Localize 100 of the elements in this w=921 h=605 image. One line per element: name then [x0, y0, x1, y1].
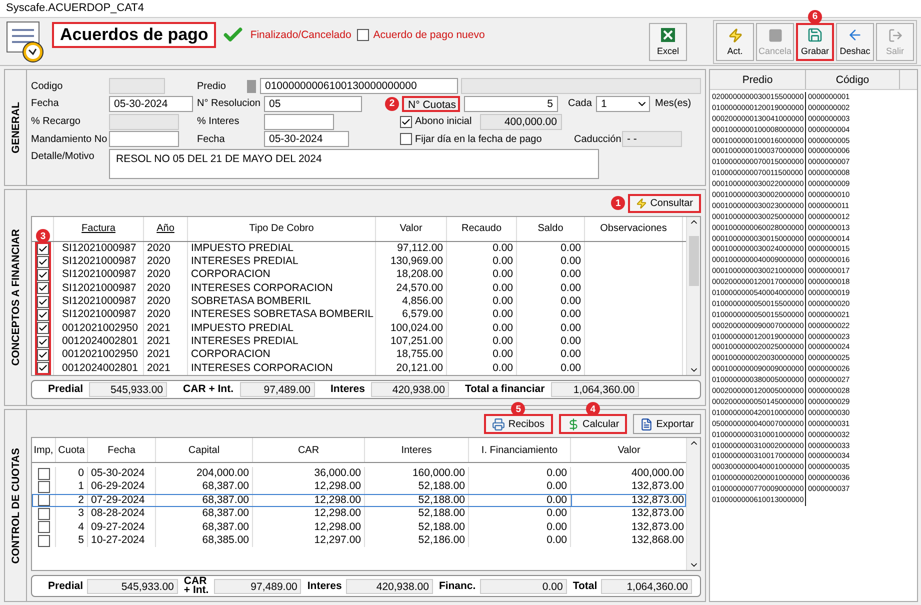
toolbar-button[interactable]: Act.: [716, 22, 754, 60]
table-row[interactable]: 2 07-29-2024 68,387.00 12,298.00 52,188.00 0.00 132,873.00: [32, 494, 686, 508]
column-header[interactable]: I. Financiamiento: [469, 438, 571, 462]
column-header[interactable]: Interes: [365, 438, 469, 462]
column-header[interactable]: Recaudo: [447, 217, 517, 241]
table-cell: 0.00: [447, 322, 517, 336]
table-cell: 4,856.00: [376, 295, 447, 308]
checkbox-label: Acuerdo de pago nuevo: [373, 28, 485, 40]
step-badge: 3: [36, 229, 50, 243]
table-cell: 0.00: [447, 242, 517, 256]
column-header[interactable]: Año: [144, 217, 188, 241]
column-header[interactable]: Tipo De Cobro: [188, 217, 376, 241]
action-button[interactable]: Calcular: [558, 414, 628, 434]
field-label: % Recargo: [31, 116, 82, 128]
toolbar-button[interactable]: Deshac: [836, 22, 874, 60]
total-label: Interes: [330, 385, 365, 394]
table-cell: SI12021000987: [54, 242, 144, 256]
column-header[interactable]: Saldo: [517, 217, 585, 241]
table-cell: 0.00: [469, 507, 571, 521]
table-cell: 6,579.00: [376, 308, 447, 322]
input-field[interactable]: 5: [464, 96, 558, 112]
table-cell: 06-29-2024: [88, 480, 156, 494]
column-header[interactable]: Factura: [54, 217, 144, 241]
toolbar-button[interactable]: Grabar: [796, 22, 834, 60]
column-header[interactable]: Imp,: [32, 438, 56, 462]
table-cell: 0.00: [469, 467, 571, 480]
column-header[interactable]: Fecha: [88, 438, 156, 462]
total-label: Financ.: [438, 582, 476, 591]
table-cell: 68,387.00: [156, 480, 253, 494]
total-value: 97,489.00: [240, 382, 314, 397]
action-button[interactable]: Recibos: [484, 414, 553, 434]
field-label: % Interes: [197, 116, 240, 128]
table-cell: 0: [56, 467, 88, 480]
total-label: CAR + Int.: [184, 577, 210, 596]
section-label: CONCEPTOS A FINANCIAR: [10, 229, 22, 366]
table-cell: 204,000.00: [156, 467, 253, 480]
column-header[interactable]: Observaciones: [585, 217, 683, 241]
input-field[interactable]: 05-30-2024: [109, 96, 193, 112]
input-field[interactable]: 01000000006100130000000000: [260, 78, 458, 94]
table-cell: 5: [56, 534, 88, 548]
column-header[interactable]: Valor: [376, 217, 447, 241]
table-cell: 0.00: [517, 255, 585, 268]
table-cell: 0.00: [517, 295, 585, 308]
column-header[interactable]: Cuota: [56, 438, 88, 462]
table-cell: 3: [56, 507, 88, 521]
table-cell: 09-27-2024: [88, 520, 156, 534]
column-header[interactable]: Predio: [710, 70, 806, 89]
table-cell: 68,387.00: [156, 520, 253, 534]
input-field[interactable]: 05: [264, 96, 362, 112]
table-cell: 52,188.00: [365, 480, 469, 494]
total-value: 0.00: [480, 578, 567, 594]
input-field: 400,000.00: [480, 114, 562, 130]
dropdown[interactable]: 1: [596, 96, 650, 112]
field-label: Mandamiento No: [31, 134, 108, 145]
column-header[interactable]: CAR: [253, 438, 365, 462]
action-button[interactable]: Exportar: [633, 414, 701, 434]
total-label: Predial: [48, 582, 84, 591]
table-cell: 24,570.00: [376, 282, 447, 296]
table-cell: INTERESES PREDIAL: [188, 335, 376, 348]
table-cell: 130,969.00: [376, 255, 447, 268]
field-label: Codigo: [31, 80, 64, 92]
table-cell: 100,024.00: [376, 322, 447, 336]
table-cell: 0.00: [447, 362, 517, 375]
table-cell: 52,188.00: [365, 520, 469, 534]
table-cell: 36,000.00: [253, 467, 365, 480]
field-label: Predio: [197, 80, 227, 92]
table-cell: 68,387.00: [156, 507, 253, 521]
table-cell: 2021: [144, 348, 188, 362]
table-cell: 0.00: [517, 335, 585, 348]
consultar-button[interactable]: Consultar: [628, 194, 701, 213]
table-cell: 0.00: [517, 348, 585, 362]
text-area[interactable]: RESOL NO 05 DEL 21 DE MAYO DEL 2024: [109, 148, 599, 179]
total-value: 545,933.00: [87, 578, 178, 594]
section-label: GENERAL: [10, 102, 22, 154]
total-value: 97,489.00: [214, 578, 302, 594]
table-cell: 0.00: [469, 520, 571, 534]
table-cell: 18,208.00: [376, 268, 447, 282]
step-badge: 2: [385, 96, 399, 111]
table-cell: 2020: [144, 308, 188, 322]
field-label: Fecha: [31, 98, 60, 110]
input-field[interactable]: 05-30-2024: [264, 131, 349, 148]
table-cell: 107,251.00: [376, 335, 447, 348]
table-cell: 68,387.00: [156, 494, 253, 508]
excel-button[interactable]: Excel: [649, 22, 687, 60]
table-cell: 0.00: [447, 295, 517, 308]
table-cell: INTERESES CORPORACION: [188, 362, 376, 375]
field-label: Detalle/Motivo: [31, 150, 96, 162]
table-cell: CORPORACION: [188, 348, 376, 362]
table-cell: 2021: [144, 335, 188, 348]
table-cell: 52,188.00: [365, 507, 469, 521]
total-label: CAR + Int.: [183, 385, 234, 394]
total-label: Predial: [48, 385, 84, 394]
table-cell: 0.00: [517, 268, 585, 282]
total-value: 1,064,360.00: [601, 578, 692, 594]
table-cell: 08-28-2024: [88, 507, 156, 521]
column-header[interactable]: Capital: [156, 438, 253, 462]
table-cell: INTERESES PREDIAL: [188, 255, 376, 268]
table-cell: 0.00: [447, 268, 517, 282]
column-header[interactable]: Código: [806, 70, 900, 89]
total-value: 1,064,360.00: [550, 382, 639, 397]
